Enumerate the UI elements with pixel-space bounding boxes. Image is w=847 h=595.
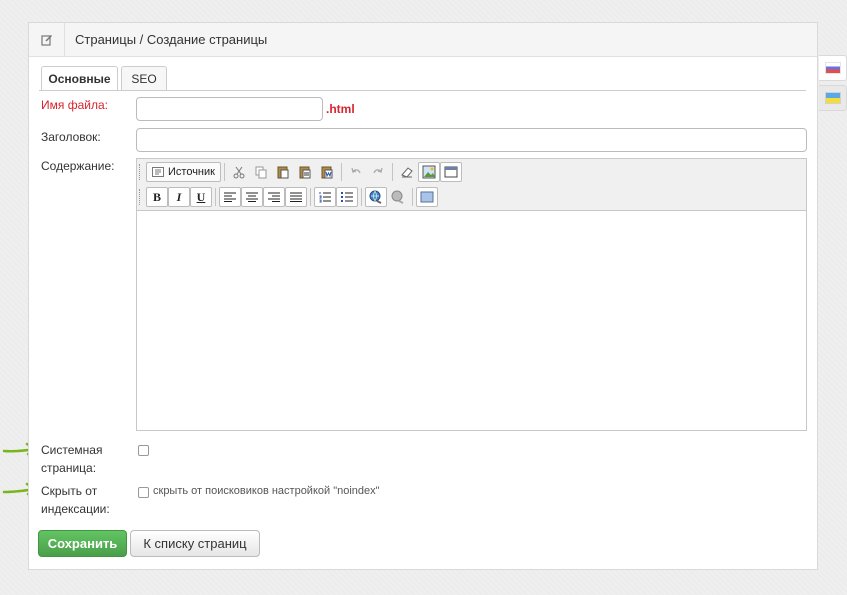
underline-button[interactable]: U (190, 187, 212, 207)
hide-index-checkbox[interactable] (138, 487, 149, 498)
title-input[interactable] (136, 128, 807, 152)
system-page-label-line1: Системная (41, 443, 103, 457)
unlink-icon[interactable] (387, 187, 409, 207)
source-button[interactable]: Источник (146, 162, 221, 182)
system-page-label: Системная страница: (41, 441, 102, 477)
redo-icon[interactable] (367, 162, 389, 182)
align-left-icon[interactable] (219, 187, 241, 207)
filename-input[interactable] (136, 97, 323, 121)
table-icon[interactable] (439, 162, 462, 182)
editor-toolbar: Источник B I U (137, 159, 806, 211)
title-label: Заголовок: (41, 130, 101, 144)
russia-flag-icon (825, 63, 840, 73)
align-right-icon[interactable] (263, 187, 285, 207)
editor-content-area[interactable] (137, 210, 806, 430)
toolbar-row-2: B I U (139, 186, 438, 208)
hide-index-label-line1: Скрыть от (41, 484, 98, 498)
tabs-divider (39, 90, 806, 91)
bold-button[interactable]: B (146, 187, 168, 207)
align-justify-icon[interactable] (285, 187, 307, 207)
copy-icon[interactable] (250, 162, 272, 182)
back-to-list-button[interactable]: К списку страниц (130, 530, 260, 557)
language-tab-ua[interactable] (819, 85, 847, 111)
edit-icon (29, 22, 65, 57)
image-icon[interactable] (417, 162, 440, 182)
hide-index-text: скрыть от поисковиков настройкой "noinde… (153, 485, 380, 497)
toolbar-grip (139, 164, 143, 180)
paste-text-icon[interactable] (294, 162, 316, 182)
hide-index-label: Скрыть от индексации: (41, 482, 110, 518)
page-panel: Страницы / Создание страницы Основные SE… (28, 22, 818, 570)
align-center-icon[interactable] (241, 187, 263, 207)
content-label: Содержание: (41, 159, 115, 173)
link-icon[interactable] (365, 187, 387, 207)
system-page-label-line2: страница: (41, 461, 97, 475)
eraser-icon[interactable] (396, 162, 418, 182)
toolbar-grip (139, 189, 143, 205)
system-page-checkbox[interactable] (138, 445, 149, 456)
numbered-list-icon[interactable] (314, 187, 336, 207)
undo-icon[interactable] (345, 162, 367, 182)
maximize-icon[interactable] (416, 187, 438, 207)
italic-button[interactable]: I (168, 187, 190, 207)
source-icon (152, 167, 164, 177)
bullet-list-icon[interactable] (336, 187, 358, 207)
content-editor: Источник B I U (136, 158, 807, 431)
hide-index-label-line2: индексации: (41, 502, 110, 516)
toolbar-row-1: Источник (139, 161, 462, 183)
filename-label: Имя файла: (41, 98, 108, 112)
save-button[interactable]: Сохранить (38, 530, 127, 557)
paste-word-icon[interactable] (316, 162, 338, 182)
filename-suffix: .html (326, 102, 355, 116)
ukraine-flag-icon (825, 93, 840, 103)
tab-main[interactable]: Основные (41, 66, 118, 91)
tab-seo[interactable]: SEO (121, 66, 167, 91)
paste-icon[interactable] (272, 162, 294, 182)
cut-icon[interactable] (228, 162, 250, 182)
source-label: Источник (168, 166, 215, 178)
page-title: Страницы / Создание страницы (75, 32, 268, 47)
panel-header: Страницы / Создание страницы (29, 22, 817, 57)
language-tab-ru[interactable] (819, 55, 847, 81)
